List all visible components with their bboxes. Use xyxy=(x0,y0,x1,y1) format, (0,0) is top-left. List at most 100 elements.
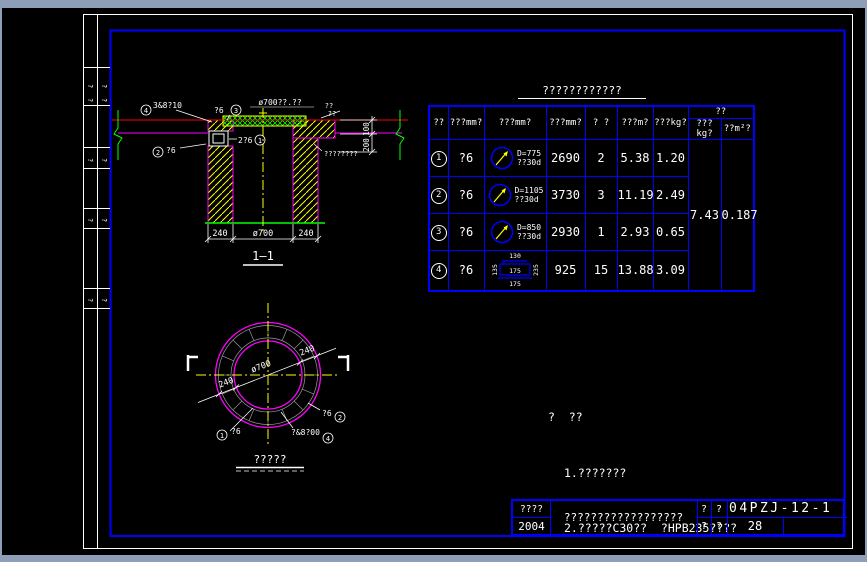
plan-title: ????? xyxy=(253,453,286,466)
bar-no-badge: 1 xyxy=(430,150,447,167)
bar-qty: 15 xyxy=(584,249,618,291)
bar-weight: 3.09 xyxy=(652,249,689,291)
plan-view: 240 ø700 240 1 ?6 ?6 2 ?&8?00 4 ????? xyxy=(186,303,350,472)
col-header-weight: ???kg? xyxy=(652,105,689,140)
col-header-qty: ? ? xyxy=(584,105,618,140)
plan-callout-4-no: 4 xyxy=(326,435,330,443)
drawing-number: 04PZJ-12-1 xyxy=(729,501,833,516)
callout-1: 2?6 1 xyxy=(229,134,266,146)
sheet-number: 28 xyxy=(747,519,763,533)
stirrup-dim-mid: 175 xyxy=(509,267,521,275)
callout-2: 2 ?6 xyxy=(152,143,207,158)
zone-mark: ? xyxy=(86,218,94,222)
rebar-stirrup-icon: 130 175 135 235 175 xyxy=(491,252,540,288)
note-line: 1.??????? xyxy=(564,465,627,480)
bar-dia: ?6 xyxy=(447,138,485,177)
vdim-100: 100 xyxy=(362,122,371,136)
col-subheader-kg: ???kg? xyxy=(687,117,722,140)
plan-dim-700: ø700 xyxy=(250,359,273,376)
bar-weight: 2.49 xyxy=(652,175,689,214)
bar-length: 3730 xyxy=(545,175,586,214)
col-header-length: ???mm? xyxy=(545,105,586,140)
callout-3-text: ?6 xyxy=(214,106,224,115)
bar-qty: 1 xyxy=(584,212,618,251)
stirrup-dim-right: 235 xyxy=(532,264,540,276)
shape-dim1: D=775 xyxy=(516,148,542,158)
cad-canvas: ? ? ? ? ? ? ? ? ? ? 240 ø700 240 100 200… xyxy=(0,0,867,562)
callout-1-no: 1 xyxy=(258,137,262,145)
vdim-200: 200 xyxy=(362,138,371,152)
plan-callout-1-no: 1 xyxy=(220,432,224,440)
wall-note: ???????? xyxy=(313,143,358,158)
bar-shape-arc: D=1105 ??30d xyxy=(485,182,546,208)
plan-dim-240-ll: 240 xyxy=(217,376,235,391)
callout-2-text: ?6 xyxy=(166,146,176,155)
col-subheader-m2: ??m²? xyxy=(720,117,755,140)
section-title: 1—1 xyxy=(252,249,274,263)
title-block-year: 2004 xyxy=(518,519,545,533)
stirrup-dim-bottom: 175 xyxy=(509,280,521,287)
bar-no-badge: 2 xyxy=(430,187,447,204)
bar-length: 925 xyxy=(545,249,586,291)
dim-700: ø700 xyxy=(253,229,273,239)
corner-top: ?? xyxy=(325,102,333,110)
shape-dim1: D=1105 xyxy=(514,185,544,195)
zone-mark: ? xyxy=(86,84,94,88)
col-header-total: ???m? xyxy=(616,105,654,140)
bar-total-len: 2.93 xyxy=(616,212,654,251)
bar-total-len: 5.38 xyxy=(616,138,654,177)
rebar-schedule-table: ?? ???mm? ???mm? ???mm? ? ? ???m? ???kg?… xyxy=(428,105,758,292)
dim-240-left: 240 xyxy=(212,229,227,239)
top-dimension-label: ø700??.?? xyxy=(258,98,302,107)
curb-detail xyxy=(208,130,229,147)
title-block-r1c2: ? xyxy=(715,503,723,515)
bar-dia: ?6 xyxy=(447,249,485,291)
cover-slab xyxy=(222,115,307,127)
corner-callout: ?? ?? xyxy=(320,102,341,119)
zone-mark: ? xyxy=(100,84,108,88)
bar-shape-arc: D=775 ??30d xyxy=(485,145,546,171)
wall-note-text: ???????? xyxy=(324,150,358,158)
callout-2-no: 2 xyxy=(156,149,160,157)
shape-dim2: ??30d xyxy=(516,157,542,167)
zone-mark: ? xyxy=(86,98,94,102)
zone-mark: ? xyxy=(86,298,94,302)
total-area: 0.187 xyxy=(720,138,758,291)
zone-mark: ? xyxy=(86,158,94,162)
title-block-r2c2: ? xyxy=(715,520,723,532)
col-header-no: ?? xyxy=(428,105,449,140)
title-block-r2c1: ? xyxy=(700,520,708,532)
rebar-arc-icon xyxy=(488,183,511,206)
bar-no-badge: 3 xyxy=(430,224,447,241)
bar-total-len: 13.88 xyxy=(616,249,654,291)
title-block: ???? 2004 ?????????????????? ? ? ? ? 04P… xyxy=(511,499,847,536)
plan-callout-4-text: ?&8?00 xyxy=(291,428,320,437)
total-weight: 7.43 xyxy=(687,138,722,291)
title-block-org: ???? xyxy=(520,503,543,515)
title-block-r1c1: ? xyxy=(700,503,708,515)
rebar-arc-icon xyxy=(490,220,514,243)
zone-mark: ? xyxy=(100,98,108,102)
bar-length: 2690 xyxy=(545,138,586,177)
section-view: 240 ø700 240 100 200 4 3&8?10 ?6 3 ø700?… xyxy=(112,98,408,266)
stirrup-dim-top: 130 xyxy=(509,252,521,260)
bar-no-badge: 4 xyxy=(430,263,447,279)
plan-callout-2-no: 2 xyxy=(338,414,342,422)
zone-mark: ? xyxy=(100,158,108,162)
shape-dim2: ??30d xyxy=(514,194,539,204)
zone-mark: ? xyxy=(100,298,108,302)
bar-total-len: 11.19 xyxy=(616,175,654,214)
notes-heading: ? ?? xyxy=(548,410,583,424)
col-header-dia: ???mm? xyxy=(447,105,485,140)
table-row: 1 ?6 D=775 ??30d 2690 2 5.38 1.20 7.43 0… xyxy=(428,138,758,291)
zone-mark: ? xyxy=(100,218,108,222)
callout-4-no: 4 xyxy=(144,107,148,115)
shape-dim2: ??30d xyxy=(516,231,542,241)
plan-callout-2: ?6 2 xyxy=(307,402,346,423)
bar-qty: 3 xyxy=(584,175,618,214)
col-header-shape: ???mm? xyxy=(483,105,547,140)
shape-dim1: D=850 xyxy=(516,222,542,232)
bar-qty: 2 xyxy=(584,138,618,177)
callout-4: 4 3&8?10 xyxy=(140,101,213,123)
bar-weight: 1.20 xyxy=(652,138,689,177)
